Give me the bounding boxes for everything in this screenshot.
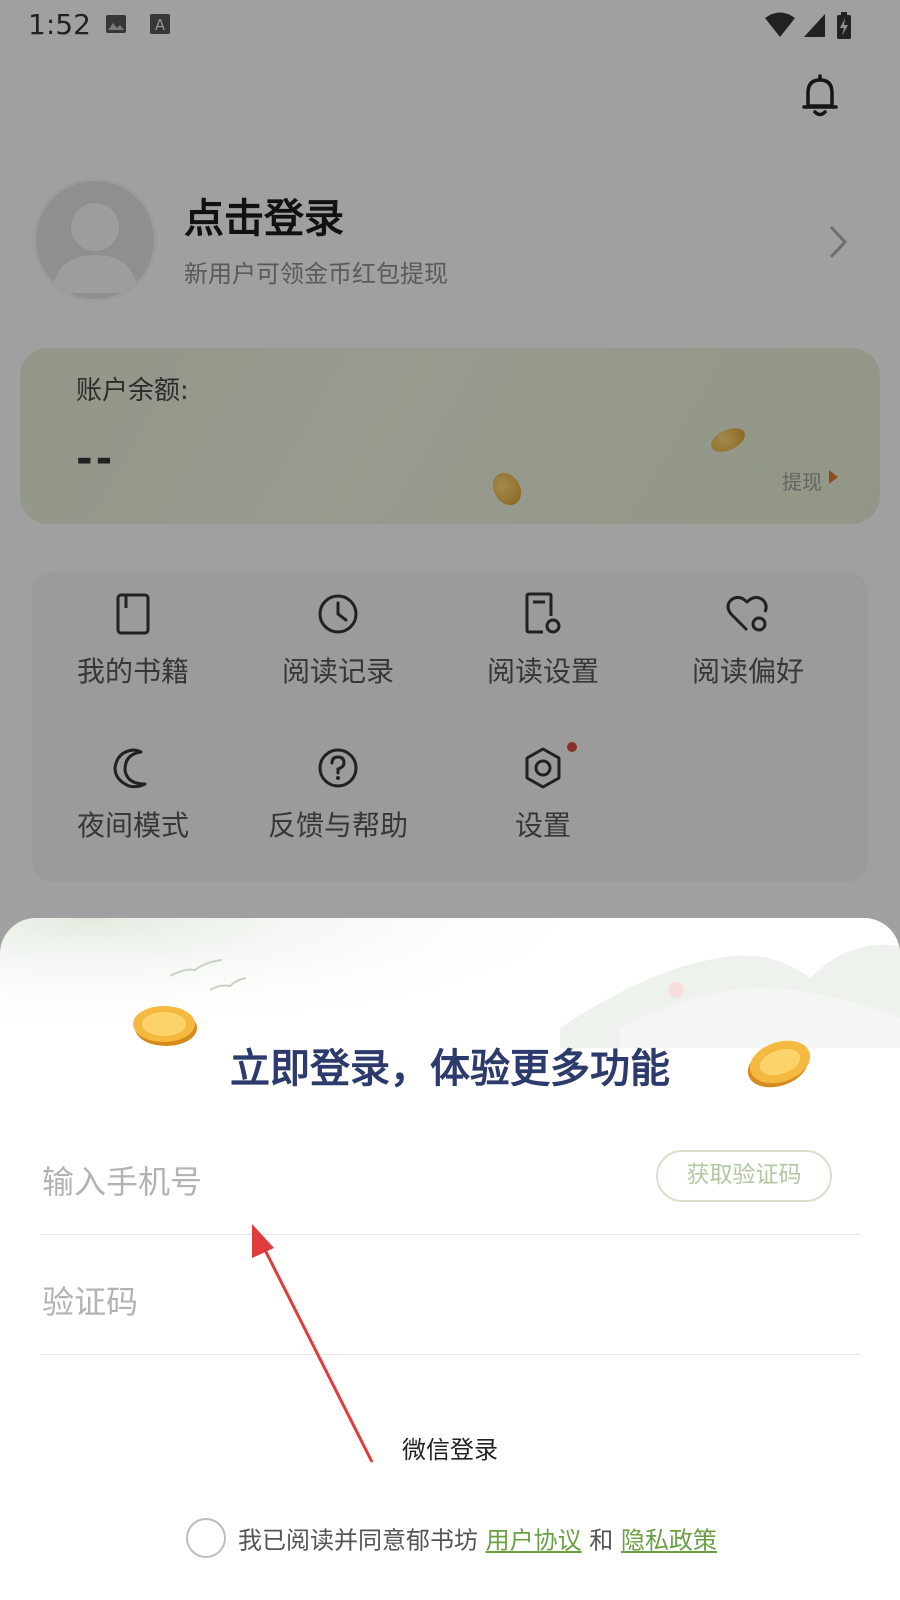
agreement-and-text: 和 bbox=[589, 1526, 614, 1555]
agreement-row: 我已阅读并同意郁书坊 用户协议 和 隐私政策 bbox=[186, 1518, 717, 1562]
phone-field: 获取验证码 bbox=[40, 1122, 860, 1235]
wechat-login-button[interactable]: 微信登录 bbox=[0, 1430, 900, 1465]
login-sheet-title: 立即登录，体验更多功能 bbox=[230, 1046, 670, 1092]
code-field bbox=[40, 1242, 860, 1355]
verification-code-input[interactable] bbox=[40, 1276, 604, 1328]
agreement-text: 我已阅读并同意郁书坊 bbox=[238, 1526, 478, 1555]
user-agreement-link[interactable]: 用户协议 bbox=[486, 1527, 582, 1555]
get-code-button[interactable]: 获取验证码 bbox=[656, 1150, 832, 1202]
privacy-policy-link[interactable]: 隐私政策 bbox=[621, 1527, 717, 1555]
phone-input[interactable] bbox=[40, 1156, 604, 1208]
agree-checkbox[interactable] bbox=[186, 1518, 226, 1558]
login-bottom-sheet: 立即登录，体验更多功能 获取验证码 微信登录 我已阅读并同意郁书坊 用户协议 和… bbox=[0, 918, 900, 1600]
